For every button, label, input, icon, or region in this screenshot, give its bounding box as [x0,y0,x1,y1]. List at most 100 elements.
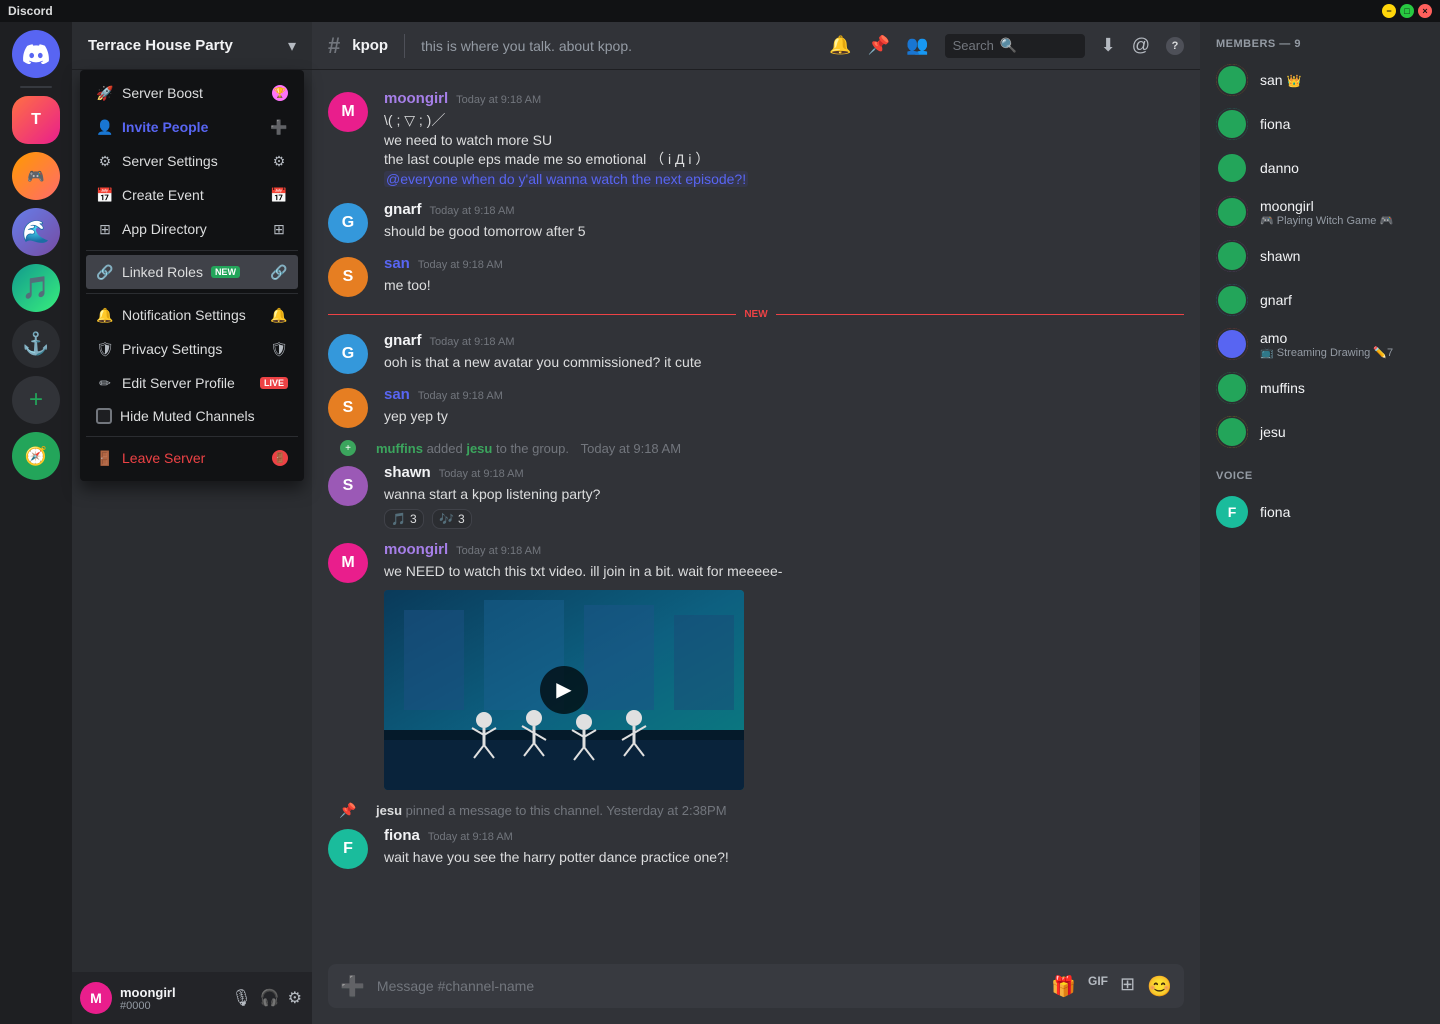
reaction-count: 3 [458,512,465,526]
member-item-moongirl[interactable]: M moongirl 🎮 Playing Witch Game 🎮 [1208,190,1432,234]
search-box[interactable]: Search 🔍 [945,34,1085,58]
message-group: G gnarf Today at 9:18 AM ooh is that a n… [312,328,1200,378]
avatar-moongirl-2[interactable]: M [328,543,368,583]
message-author[interactable]: gnarf [384,332,422,349]
member-item-fiona[interactable]: F fiona [1208,102,1432,146]
members-header-icon[interactable]: 👥 [906,35,928,56]
member-item-gnarf[interactable]: G gnarf [1208,278,1432,322]
avatar-shawn[interactable]: S [328,466,368,506]
system-target: jesu [466,441,492,456]
discord-home-button[interactable] [12,30,60,78]
message-text: \( ; ▽ ; )／ we need to watch more SU the… [384,111,1184,189]
user-area: M moongirl #0000 🎙 🎧 ⚙ [72,972,312,1024]
member-info: fiona [1260,116,1424,132]
message-header: moongirl Today at 9:18 AM [384,541,1184,558]
server-boost-label: Server Boost [122,85,203,101]
member-item-muffins[interactable]: M muffins [1208,366,1432,410]
dropdown-item-privacy-settings[interactable]: 🛡 Privacy Settings 🛡 [86,332,298,366]
message-text: should be good tomorrow after 5 [384,222,1184,242]
avatar-fiona[interactable]: F [328,829,368,869]
message-author[interactable]: shawn [384,464,431,481]
add-server-button[interactable]: + [12,376,60,424]
mic-button[interactable]: 🎙 [229,986,253,1010]
calendar-action-icon: 📅 [270,186,288,204]
reaction-2[interactable]: 🎶 3 [432,509,472,529]
dropdown-item-notification-settings[interactable]: 🔔 Notification Settings 🔔 [86,298,298,332]
video-embed[interactable]: ▶ [384,590,744,790]
message-author[interactable]: fiona [384,827,420,844]
message-header: gnarf Today at 9:18 AM [384,332,1184,349]
gif-icon[interactable]: GIF [1084,970,1112,1003]
explore-servers-button[interactable]: 🧭 [12,432,60,480]
member-item-amo[interactable]: A amo 📺 Streaming Drawing ✏️7 [1208,322,1432,366]
dropdown-item-server-settings[interactable]: ⚙ Server Settings ⚙ [86,144,298,178]
server-icon-5[interactable]: ⚓ [12,320,60,368]
message-author[interactable]: gnarf [384,201,422,218]
server-icon-terrace-house[interactable]: T [12,96,60,144]
leave-action-icon: 🚪 [272,450,288,466]
message-author[interactable]: san [384,255,410,272]
user-avatar[interactable]: M [80,982,112,1014]
dropdown-item-invite-people[interactable]: 👤 Invite People ➕ [86,110,298,144]
message-author[interactable]: san [384,386,410,403]
crown-icon: 👑 [1286,74,1301,88]
maximize-button[interactable]: □ [1400,4,1414,18]
dropdown-item-create-event[interactable]: 📅 Create Event 📅 [86,178,298,212]
member-info: shawn [1260,248,1424,264]
avatar-san-2[interactable]: S [328,388,368,428]
dropdown-item-linked-roles[interactable]: 🔗 Linked Roles NEW 🔗 [86,255,298,289]
message-content: moongirl Today at 9:18 AM we NEED to wat… [384,541,1184,790]
mention-everyone[interactable]: @everyone when do y'all wanna watch the … [384,171,748,187]
app-directory-label: App Directory [122,221,207,237]
member-name: amo [1260,330,1424,346]
member-item-jesu[interactable]: J jesu [1208,410,1432,454]
apps-icon[interactable]: ⊞ [1116,970,1139,1003]
server-icon-2[interactable]: 🎮 [12,152,60,200]
server-icon-3[interactable]: 🌊 [12,208,60,256]
headset-button[interactable]: 🎧 [258,986,282,1010]
gift-icon[interactable]: 🎁 [1047,970,1080,1003]
avatar-san[interactable]: S [328,257,368,297]
user-settings-button[interactable]: ⚙ [286,986,304,1010]
member-item-fiona-voice[interactable]: F fiona [1208,490,1432,534]
reaction-1[interactable]: 🎵 3 [384,509,424,529]
emoji-icon[interactable]: 😊 [1143,970,1176,1003]
member-info: fiona [1260,504,1424,520]
minimize-button[interactable]: − [1382,4,1396,18]
pin-header-icon[interactable]: 📌 [868,35,890,56]
dropdown-item-server-boost[interactable]: 🚀 Server Boost 🏆 [86,76,298,110]
dropdown-item-edit-server-profile[interactable]: ✏ Edit Server Profile LIVE [86,366,298,400]
new-messages-section: NEW G gnarf Today at 9:18 AM ooh is that… [312,309,1200,378]
member-avatar-shawn: S [1216,240,1248,272]
at-icon[interactable]: @ [1132,35,1150,56]
avatar-gnarf-2[interactable]: G [328,334,368,374]
member-item-danno[interactable]: D danno [1208,146,1432,190]
pin-icon: 📌 [339,802,356,819]
member-info: danno [1260,160,1424,176]
add-message-icon[interactable]: ➕ [336,970,369,1003]
member-item-san[interactable]: S san 👑 [1208,58,1432,102]
message-input-field[interactable] [369,968,1047,1004]
pin-icon-container: 📌 [328,802,368,819]
server-sidebar: T 🎮 🌊 🎵 ⚓ + 🧭 [0,22,72,1024]
member-status: 🎮 Playing Witch Game 🎮 [1260,214,1424,227]
member-item-shawn[interactable]: S shawn [1208,234,1432,278]
member-avatar-amo: A [1216,328,1248,360]
download-icon[interactable]: ⬇ [1101,35,1116,56]
dropdown-divider [86,250,298,251]
server-name-header[interactable]: Terrace House Party ▾ [72,22,312,70]
server-icon-4[interactable]: 🎵 [12,264,60,312]
bell-header-icon[interactable]: 🔔 [829,35,851,56]
dropdown-item-app-directory[interactable]: ⊞ App Directory ⊞ [86,212,298,246]
message-author[interactable]: moongirl [384,90,448,107]
dropdown-item-hide-muted[interactable]: Hide Muted Channels [86,400,298,432]
message-timestamp: Today at 9:18 AM [430,205,515,217]
message-author[interactable]: moongirl [384,541,448,558]
help-icon[interactable]: ? [1166,37,1184,55]
dropdown-item-leave-server[interactable]: 🚪 Leave Server 🚪 [86,441,298,475]
avatar-gnarf[interactable]: G [328,203,368,243]
close-button[interactable]: × [1418,4,1432,18]
avatar-initials: M [328,92,368,132]
video-play-button[interactable]: ▶ [540,666,588,714]
avatar-moongirl[interactable]: M [328,92,368,132]
